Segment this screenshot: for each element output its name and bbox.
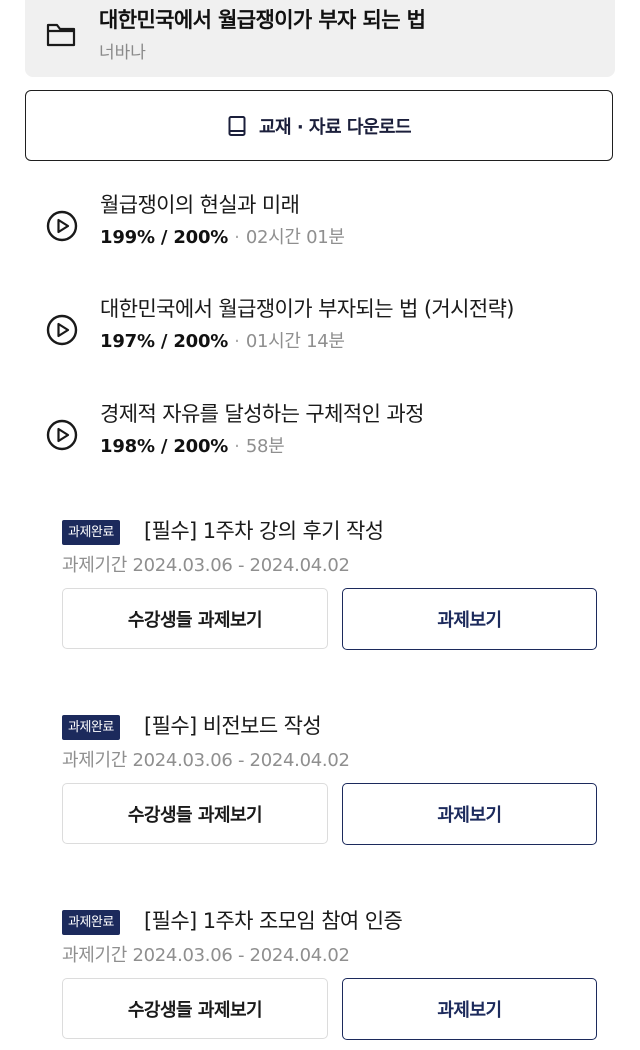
- view-peer-assignments-button[interactable]: 수강생들 과제보기: [62, 588, 328, 649]
- view-peer-assignments-button[interactable]: 수강생들 과제보기: [62, 783, 328, 844]
- course-detail-page: 대한민국에서 월급쟁이가 부자 되는 법 너바나 교재 · 자료 다운로드 월급…: [0, 0, 640, 1050]
- course-title: 대한민국에서 월급쟁이가 부자 되는 법: [99, 8, 426, 32]
- view-assignment-button[interactable]: 과제보기: [342, 588, 597, 650]
- lecture-item[interactable]: 경제적 자유를 달성하는 구체적인 과정 198% / 200% · 58분: [45, 398, 605, 468]
- lecture-duration: 02시간 01분: [245, 227, 345, 248]
- play-circle-icon[interactable]: [45, 418, 79, 452]
- lecture-duration: 58분: [245, 436, 285, 457]
- lecture-meta: 197% / 200% · 01시간 14분: [100, 327, 345, 353]
- course-card[interactable]: 대한민국에서 월급쟁이가 부자 되는 법 너바나: [25, 0, 615, 77]
- assignment-status-badge: 과제완료: [62, 910, 120, 935]
- lecture-meta: 199% / 200% · 02시간 01분: [100, 223, 345, 249]
- assignment-title: [필수] 1주차 강의 후기 작성: [144, 519, 384, 543]
- assignment-item: 과제완료 [필수] 1주차 조모임 참여 인증 과제기간 2024.03.06 …: [62, 905, 602, 1050]
- assignment-status-badge: 과제완료: [62, 520, 120, 545]
- meta-separator: ·: [234, 227, 240, 248]
- material-download-button[interactable]: 교재 · 자료 다운로드: [25, 90, 613, 161]
- folder-icon: [46, 23, 76, 47]
- lecture-title: 경제적 자유를 달성하는 구체적인 과정: [100, 402, 424, 426]
- assignment-status-badge: 과제완료: [62, 715, 120, 740]
- lecture-progress: 198% / 200%: [100, 436, 229, 457]
- lecture-meta: 198% / 200% · 58분: [100, 432, 285, 458]
- assignment-period: 과제기간 2024.03.06 - 2024.04.02: [62, 750, 350, 771]
- assignment-title: [필수] 비전보드 작성: [144, 714, 322, 738]
- view-assignment-button[interactable]: 과제보기: [342, 783, 597, 845]
- play-circle-icon[interactable]: [45, 209, 79, 243]
- lecture-title: 월급쟁이의 현실과 미래: [100, 193, 300, 217]
- view-assignment-button[interactable]: 과제보기: [342, 978, 597, 1040]
- lecture-item[interactable]: 대한민국에서 월급쟁이가 부자되는 법 (거시전략) 197% / 200% · 0…: [45, 293, 605, 363]
- meta-separator: ·: [234, 436, 240, 457]
- assignment-period: 과제기간 2024.03.06 - 2024.04.02: [62, 945, 350, 966]
- course-author: 너바나: [99, 43, 146, 63]
- assignment-title: [필수] 1주차 조모임 참여 인증: [144, 909, 403, 933]
- lecture-progress: 199% / 200%: [100, 227, 229, 248]
- book-icon: [228, 115, 246, 136]
- assignment-period: 과제기간 2024.03.06 - 2024.04.02: [62, 555, 350, 576]
- assignment-item: 과제완료 [필수] 1주차 강의 후기 작성 과제기간 2024.03.06 -…: [62, 515, 602, 665]
- lecture-progress: 197% / 200%: [100, 331, 229, 352]
- play-circle-icon[interactable]: [45, 313, 79, 347]
- lecture-item[interactable]: 월급쟁이의 현실과 미래 199% / 200% · 02시간 01분: [45, 189, 605, 259]
- download-label: 교재 · 자료 다운로드: [258, 116, 412, 138]
- assignment-item: 과제완료 [필수] 비전보드 작성 과제기간 2024.03.06 - 2024…: [62, 710, 602, 860]
- view-peer-assignments-button[interactable]: 수강생들 과제보기: [62, 978, 328, 1039]
- lecture-duration: 01시간 14분: [245, 331, 345, 352]
- meta-separator: ·: [234, 331, 240, 352]
- lecture-title: 대한민국에서 월급쟁이가 부자되는 법 (거시전략): [100, 297, 514, 321]
